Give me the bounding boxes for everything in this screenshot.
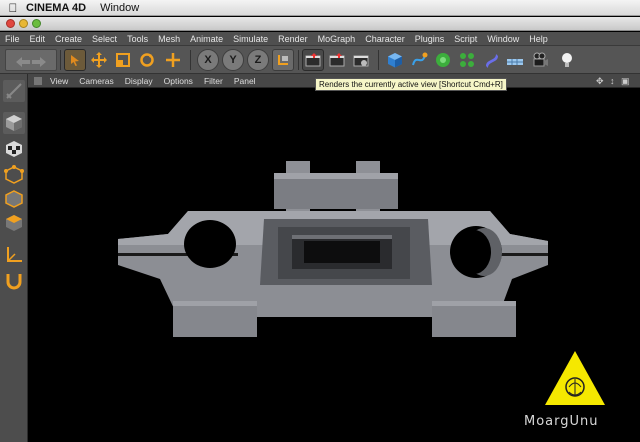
right-hole-void <box>457 230 491 274</box>
render-settings-icon[interactable] <box>350 49 372 71</box>
menu-help[interactable]: Help <box>529 34 548 44</box>
texture-mode-icon[interactable] <box>3 138 25 160</box>
axis-x-lock-button[interactable]: X <box>197 49 219 71</box>
light-icon[interactable] <box>556 49 578 71</box>
app-name-menu[interactable]: CINEMA 4D <box>26 2 86 14</box>
scale-icon[interactable] <box>112 49 134 71</box>
polygons-mode-icon[interactable] <box>3 212 25 234</box>
center-cutout <box>304 241 380 263</box>
viewport-menu-view[interactable]: View <box>50 76 68 86</box>
menu-window[interactable]: Window <box>487 34 519 44</box>
foot-left <box>173 301 257 337</box>
points-mode-icon[interactable] <box>3 164 25 186</box>
menu-mograph[interactable]: MoGraph <box>318 34 356 44</box>
menu-animate[interactable]: Animate <box>190 34 223 44</box>
perspective-viewport[interactable] <box>28 89 640 442</box>
toolbar-separator <box>378 50 379 70</box>
undo-redo-icon[interactable] <box>5 49 57 71</box>
floor-icon[interactable] <box>504 49 526 71</box>
left-hole <box>184 220 236 268</box>
viewport-menu-display[interactable]: Display <box>125 76 153 86</box>
viewport-menu-filter[interactable]: Filter <box>204 76 223 86</box>
render-view-icon[interactable] <box>302 49 324 71</box>
tweak-mode-icon[interactable] <box>3 270 25 292</box>
foot-right <box>432 301 516 337</box>
rotate-icon[interactable] <box>136 49 158 71</box>
viewport-panel-icon[interactable] <box>34 76 42 85</box>
brain-warning-logo <box>545 351 605 405</box>
menu-plugins[interactable]: Plugins <box>415 34 445 44</box>
menu-script[interactable]: Script <box>454 34 477 44</box>
menu-select[interactable]: Select <box>92 34 117 44</box>
menu-simulate[interactable]: Simulate <box>233 34 268 44</box>
move-tool-icon[interactable] <box>88 49 110 71</box>
move-axis-icon[interactable] <box>162 49 184 71</box>
3d-model-render <box>118 161 605 405</box>
menu-tools[interactable]: Tools <box>127 34 148 44</box>
mac-menu-bar:  CINEMA 4D Window <box>0 0 640 16</box>
window-title-bar <box>0 17 640 31</box>
left-tool-palette <box>0 74 28 442</box>
menu-create[interactable]: Create <box>55 34 82 44</box>
menu-render[interactable]: Render <box>278 34 308 44</box>
mac-menu-window[interactable]: Window <box>100 2 139 14</box>
viewport-nav-icons[interactable]: ✥ ↕ ▣ <box>596 76 632 87</box>
render-picture-viewer-icon[interactable] <box>326 49 348 71</box>
axis-z-lock-button[interactable]: Z <box>247 49 269 71</box>
bracket-bar-highlight <box>274 173 398 179</box>
axis-y-lock-button[interactable]: Y <box>222 49 244 71</box>
app-menu-bar: File Edit Create Select Tools Mesh Anima… <box>0 32 640 46</box>
array-icon[interactable] <box>456 49 478 71</box>
render-view-tooltip: Renders the currently active view [Short… <box>315 78 507 91</box>
foot-right-top <box>432 301 516 306</box>
viewport-menu-panel[interactable]: Panel <box>234 76 256 86</box>
menu-file[interactable]: File <box>5 34 20 44</box>
main-toolbar: X Y Z <box>0 46 640 74</box>
menu-edit[interactable]: Edit <box>30 34 46 44</box>
menu-mesh[interactable]: Mesh <box>158 34 180 44</box>
move-cursor-icon[interactable] <box>64 49 86 71</box>
center-window-lip <box>292 235 392 239</box>
spline-pen-icon[interactable] <box>408 49 430 71</box>
cube-icon[interactable] <box>384 49 406 71</box>
model-mode-icon[interactable] <box>3 112 25 134</box>
menu-character[interactable]: Character <box>365 34 405 44</box>
minimize-window-icon[interactable] <box>19 19 28 28</box>
viewport-menu-options[interactable]: Options <box>164 76 193 86</box>
foot-left-top <box>173 301 257 306</box>
nurbs-icon[interactable] <box>432 49 454 71</box>
make-editable-icon[interactable] <box>3 80 25 102</box>
edges-mode-icon[interactable] <box>3 188 25 210</box>
axis-mode-icon[interactable] <box>3 244 25 266</box>
toolbar-separator <box>190 50 191 70</box>
viewport-menu-cameras[interactable]: Cameras <box>79 76 113 86</box>
close-window-icon[interactable] <box>6 19 15 28</box>
world-coordinate-icon[interactable] <box>272 49 294 71</box>
deformer-icon[interactable] <box>480 49 502 71</box>
watermark-text: MoargUnu <box>524 414 599 429</box>
zoom-window-icon[interactable] <box>32 19 41 28</box>
toolbar-separator <box>60 50 61 70</box>
apple-menu-icon[interactable]:  <box>0 1 26 15</box>
camera-icon[interactable] <box>530 49 552 71</box>
toolbar-separator <box>298 50 299 70</box>
